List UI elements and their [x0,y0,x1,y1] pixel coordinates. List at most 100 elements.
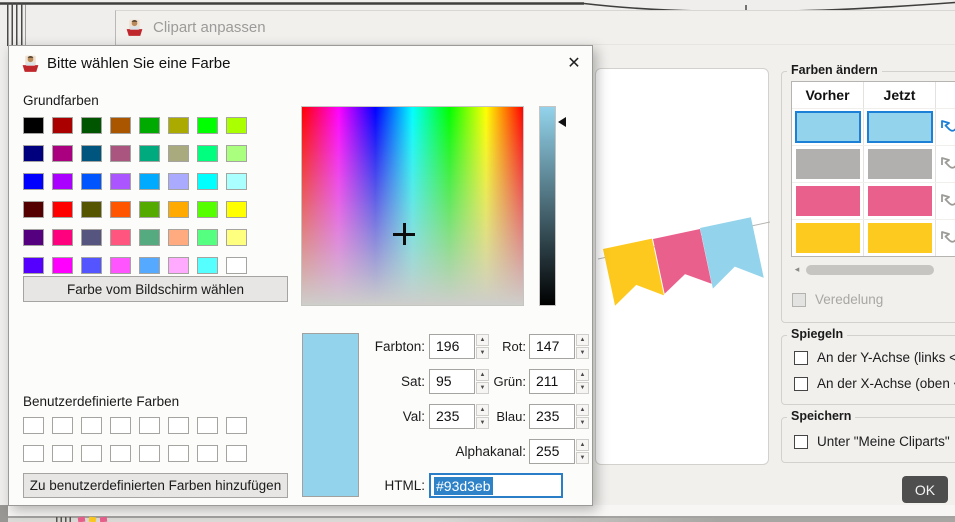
spin-down-icon: ▼ [576,417,589,429]
horizontal-scrollbar[interactable]: ◂ [791,263,955,276]
basic-color-swatch[interactable] [226,173,247,190]
basic-color-swatch[interactable] [226,229,247,246]
basic-color-swatch[interactable] [168,257,189,274]
pick-color-arrow-icon[interactable] [936,183,955,219]
mirror-y-checkbox[interactable] [794,351,808,365]
basic-color-swatch[interactable] [139,173,160,190]
basic-color-swatch[interactable] [197,117,218,134]
basic-color-swatch[interactable] [197,201,218,218]
basic-color-swatch[interactable] [168,117,189,134]
basic-color-swatch[interactable] [81,257,102,274]
basic-color-swatch[interactable] [52,257,73,274]
now-color-swatch[interactable] [867,111,933,143]
before-color-swatch[interactable] [796,186,860,216]
basic-color-swatch[interactable] [81,145,102,162]
html-input[interactable]: #93d3eb [429,473,563,498]
value-slider[interactable] [539,106,556,306]
mirror-x-checkbox[interactable] [794,377,808,391]
color-map-row[interactable] [792,145,955,182]
now-color-swatch[interactable] [868,149,932,179]
basic-color-swatch[interactable] [168,201,189,218]
hue-input[interactable]: 196 [429,334,475,359]
value-slider-arrow-icon[interactable] [558,117,566,127]
flag-yellow [603,239,664,306]
ok-button[interactable]: OK [902,476,948,503]
basic-color-swatch[interactable] [110,145,131,162]
color-map-row[interactable] [792,108,955,145]
basic-color-swatch[interactable] [23,173,44,190]
save-my-cliparts-checkbox[interactable] [794,435,808,449]
basic-color-swatch[interactable] [110,201,131,218]
basic-color-swatch[interactable] [52,145,73,162]
basic-color-swatch[interactable] [23,145,44,162]
val-input[interactable]: 235 [429,404,475,429]
basic-color-swatch[interactable] [81,173,102,190]
red-input[interactable]: 147 [529,334,575,359]
pick-color-arrow-icon[interactable] [936,109,955,145]
basic-color-swatch[interactable] [168,145,189,162]
basic-color-swatch[interactable] [110,229,131,246]
basic-color-swatch[interactable] [226,201,247,218]
basic-color-swatch[interactable] [23,229,44,246]
green-spinner[interactable]: ▲▼ [576,369,589,394]
basic-color-swatch[interactable] [139,117,160,134]
mirror-x-option[interactable]: An der X-Achse (oben < [794,376,955,391]
basic-color-swatch[interactable] [197,145,218,162]
basic-color-swatch[interactable] [226,117,247,134]
column-header-jetzt[interactable]: Jetzt [864,82,936,108]
color-map-row[interactable] [792,182,955,219]
alpha-input[interactable]: 255 [529,439,575,464]
basic-colors-label: Grundfarben [23,93,99,108]
mirror-y-option[interactable]: An der Y-Achse (links < [794,350,955,365]
green-input[interactable]: 211 [529,369,575,394]
basic-color-swatch[interactable] [52,117,73,134]
basic-color-swatch[interactable] [139,145,160,162]
before-color-swatch[interactable] [795,111,861,143]
basic-color-swatch[interactable] [226,257,247,274]
hue-saturation-picker[interactable] [301,106,524,306]
basic-color-swatch[interactable] [23,201,44,218]
pick-screen-color-button[interactable]: Farbe vom Bildschirm wählen [23,276,288,302]
red-spinner[interactable]: ▲▼ [576,334,589,359]
basic-color-swatch[interactable] [52,201,73,218]
basic-color-swatch[interactable] [23,117,44,134]
before-color-swatch[interactable] [796,223,860,253]
basic-color-swatch[interactable] [110,117,131,134]
colors-group: Farben ändern Vorher Jetzt ◂ Veredelung [781,71,955,323]
bottom-band [8,518,955,522]
basic-color-swatch[interactable] [168,173,189,190]
basic-color-swatch[interactable] [139,201,160,218]
sat-input[interactable]: 95 [429,369,475,394]
pick-color-arrow-icon[interactable] [936,146,955,182]
basic-color-swatch[interactable] [23,257,44,274]
basic-color-swatch[interactable] [197,173,218,190]
close-icon[interactable]: ✕ [561,52,587,76]
column-header-vorher[interactable]: Vorher [792,82,864,108]
basic-color-swatch[interactable] [52,229,73,246]
blue-spinner[interactable]: ▲▼ [576,404,589,429]
basic-color-swatch[interactable] [52,173,73,190]
basic-color-swatch[interactable] [168,229,189,246]
blue-input[interactable]: 235 [529,404,575,429]
basic-color-swatch[interactable] [197,257,218,274]
spin-down-icon: ▼ [576,382,589,394]
basic-color-swatch[interactable] [110,173,131,190]
now-color-swatch[interactable] [868,186,932,216]
basic-color-swatch[interactable] [81,229,102,246]
picker-crosshair[interactable] [393,223,415,245]
basic-color-swatch[interactable] [226,145,247,162]
before-color-swatch[interactable] [796,149,860,179]
basic-color-swatch[interactable] [139,229,160,246]
color-map-row[interactable] [792,219,955,256]
now-color-swatch[interactable] [868,223,932,253]
basic-color-swatch[interactable] [139,257,160,274]
pick-color-arrow-icon[interactable] [936,220,955,256]
basic-color-swatch[interactable] [110,257,131,274]
scrollbar-thumb[interactable] [806,265,934,275]
alpha-spinner[interactable]: ▲▼ [576,439,589,464]
save-my-cliparts-option[interactable]: Unter "Meine Cliparts" [794,434,950,449]
basic-color-swatch[interactable] [81,117,102,134]
basic-color-swatch[interactable] [81,201,102,218]
basic-color-swatch[interactable] [197,229,218,246]
scroll-left-icon[interactable]: ◂ [791,264,803,275]
